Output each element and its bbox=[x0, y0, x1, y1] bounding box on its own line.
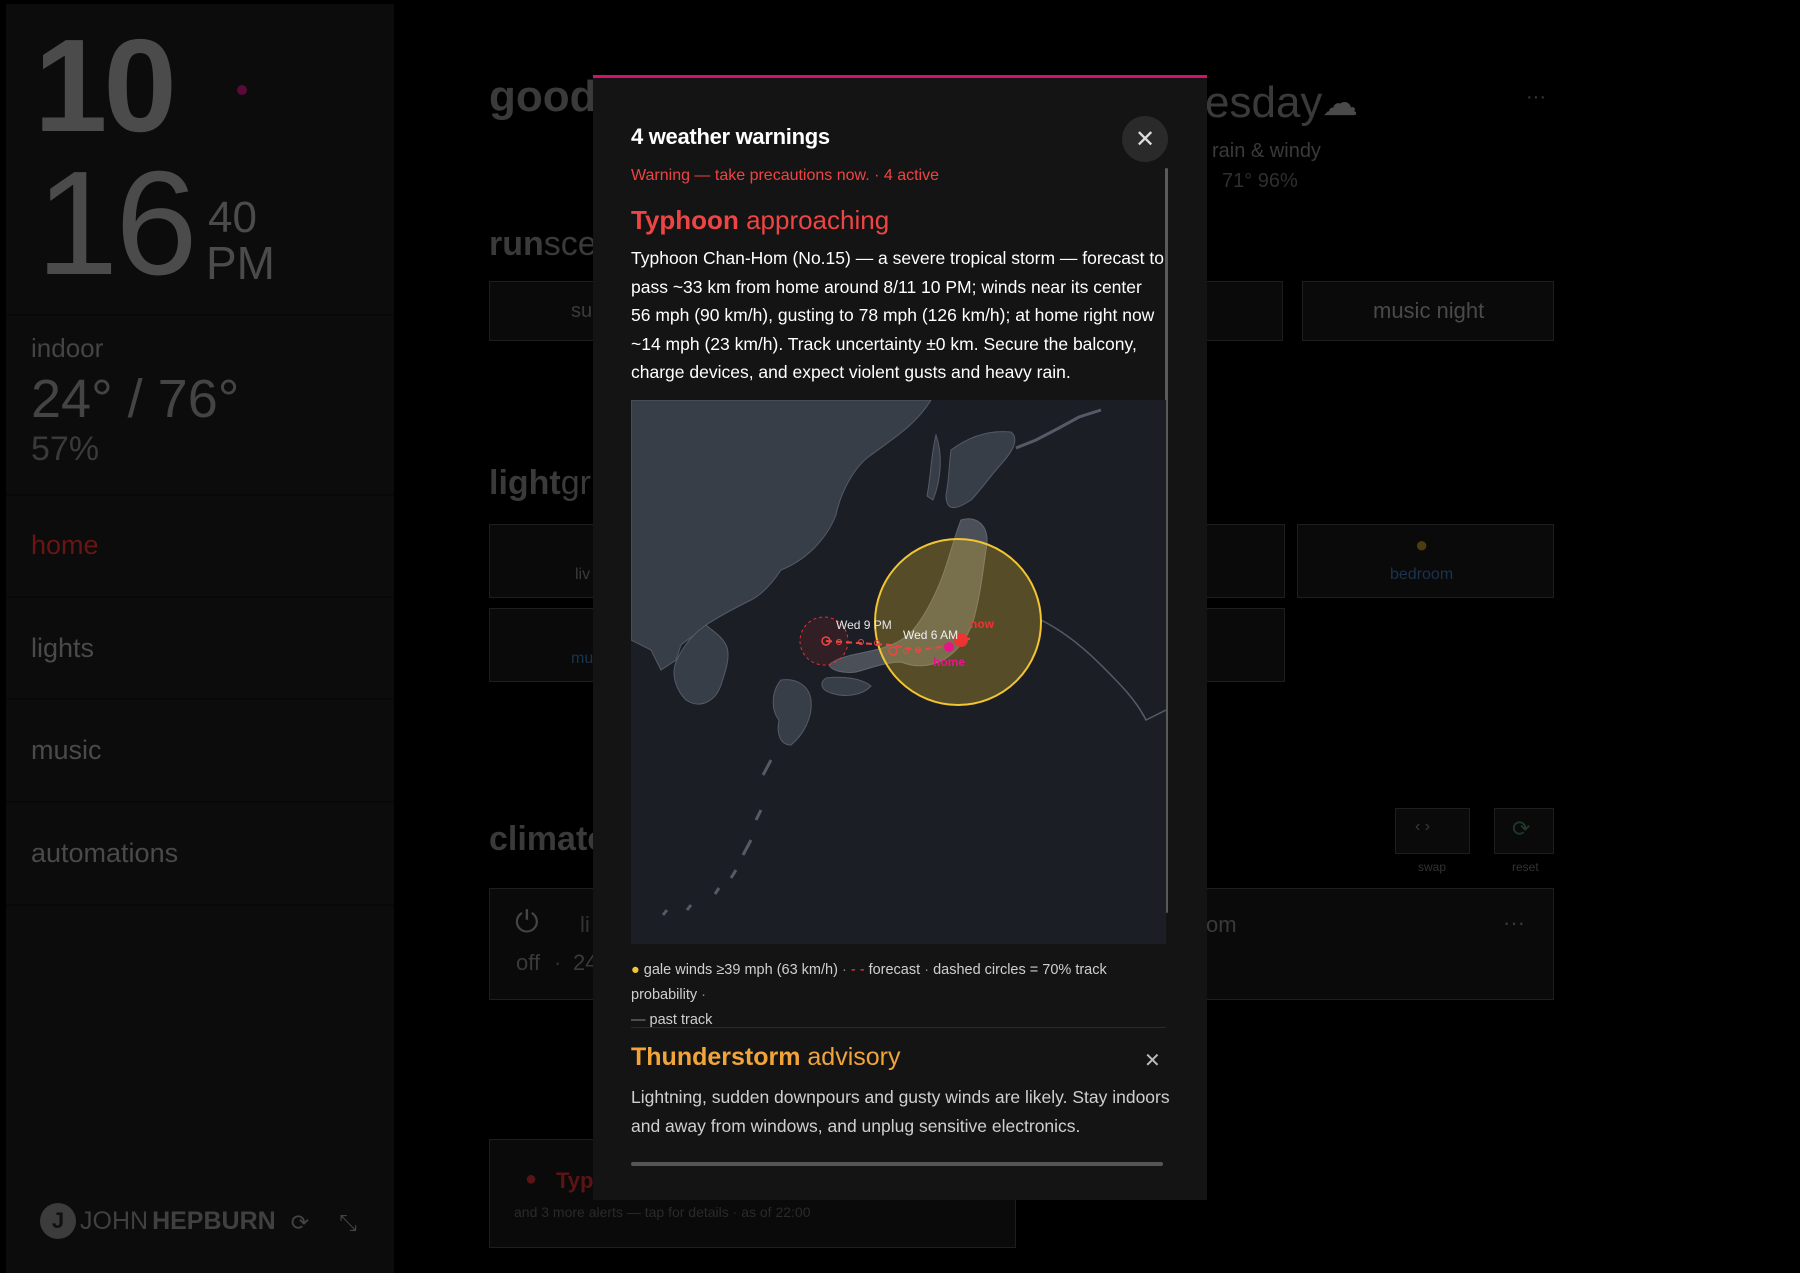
thunderstorm-title-bold: Thunderstorm bbox=[631, 1043, 801, 1071]
legend-separator: · bbox=[841, 962, 847, 978]
typhoon-description: Typhoon Chan-Hom (No.15) — a severe trop… bbox=[631, 248, 1164, 382]
climate-separator: · bbox=[554, 950, 562, 975]
more-icon[interactable]: ··· bbox=[1526, 86, 1546, 109]
label-wed-6am: Wed 6 AM bbox=[903, 628, 958, 642]
brand-name-light: JOHN bbox=[80, 1206, 149, 1235]
power-icon[interactable]: ⏻ bbox=[515, 906, 539, 940]
lights-heading-bold: light bbox=[489, 464, 561, 502]
brand-logo: J JOHN HEPBURN bbox=[40, 1203, 276, 1239]
clock-hour: 10 bbox=[34, 12, 177, 159]
typhoon-title: Typhoon approaching bbox=[631, 205, 889, 236]
cloud-icon: ☁ bbox=[1322, 82, 1358, 123]
divider bbox=[6, 494, 394, 496]
brand-mark-icon: J bbox=[40, 1203, 76, 1239]
gale-wind-circle bbox=[874, 538, 1042, 706]
alert-title: Typ bbox=[556, 1168, 594, 1193]
climate-card[interactable] bbox=[1206, 888, 1554, 1000]
close-button[interactable]: ✕ bbox=[1122, 116, 1168, 162]
dismiss-thunderstorm-button[interactable]: ✕ bbox=[1144, 1048, 1161, 1073]
thunderstorm-title-light: advisory bbox=[807, 1043, 901, 1071]
nav-item-music[interactable]: music bbox=[31, 735, 102, 766]
legend-past: past track bbox=[649, 1012, 713, 1028]
weather-description: rain & windy bbox=[1212, 140, 1321, 162]
climate-state: off bbox=[516, 950, 541, 975]
typhoon-track-map[interactable]: Wed 9 PM Wed 6 AM now home bbox=[630, 399, 1167, 944]
nav-item-automations[interactable]: automations bbox=[31, 838, 178, 869]
lights-heading: lightgr bbox=[489, 464, 591, 503]
scenes-heading-light: sce bbox=[543, 225, 597, 263]
typhoon-title-light: approaching bbox=[746, 205, 890, 235]
typhoon-title-bold: Typhoon bbox=[631, 205, 739, 235]
divider bbox=[6, 596, 394, 598]
light-card[interactable] bbox=[1206, 524, 1285, 598]
climate-card[interactable] bbox=[489, 888, 594, 1000]
divider bbox=[6, 698, 394, 700]
legend-separator: · bbox=[924, 962, 930, 978]
divider bbox=[631, 1027, 1166, 1028]
collapse-icon[interactable]: ⤡ bbox=[336, 1210, 360, 1235]
greeting: good bbox=[489, 72, 597, 121]
swap-button[interactable] bbox=[1395, 808, 1470, 854]
nav-item-lights[interactable]: lights bbox=[31, 633, 94, 664]
warning-subheading: Warning — take precautions now. · 4 acti… bbox=[631, 167, 939, 184]
reset-label: reset bbox=[1512, 860, 1539, 874]
brand-name-bold: HEPBURN bbox=[152, 1206, 276, 1235]
scroll-progress-bar bbox=[631, 1162, 1163, 1166]
map-legend: ● gale winds ≥39 mph (63 km/h) · - - for… bbox=[631, 958, 1166, 1033]
label-now: now bbox=[970, 617, 995, 631]
light-card[interactable] bbox=[1206, 608, 1285, 682]
more-icon[interactable]: ··· bbox=[1503, 910, 1525, 936]
alert-footer: and 3 more alerts — tap for details · as… bbox=[514, 1204, 811, 1220]
swap-label: swap bbox=[1418, 860, 1447, 874]
scenes-heading: runsce bbox=[489, 225, 597, 264]
bulb-icon: ● bbox=[1415, 532, 1429, 557]
divider bbox=[6, 314, 394, 316]
light-card[interactable] bbox=[489, 524, 594, 598]
status-dot bbox=[237, 85, 247, 95]
dialog-title: 4 weather warnings bbox=[631, 124, 830, 149]
label-wed-9pm: Wed 9 PM bbox=[836, 618, 892, 632]
nav-item-home[interactable]: home bbox=[31, 530, 99, 561]
clock-second: 40 bbox=[208, 193, 257, 242]
chevron-left-right-icon: ‹ › bbox=[1415, 818, 1431, 835]
climate-partial-label: li bbox=[580, 912, 590, 937]
scene-card[interactable] bbox=[1206, 281, 1283, 341]
light-card[interactable] bbox=[489, 608, 594, 682]
cyclone-icon: ● bbox=[525, 1168, 538, 1190]
refresh-icon[interactable]: ⟳ bbox=[288, 1210, 312, 1235]
climate-room-label: om bbox=[1206, 912, 1237, 937]
weather-warnings-dialog: 4 weather warnings ✕ Warning — take prec… bbox=[593, 75, 1207, 1200]
close-icon: ✕ bbox=[1144, 1050, 1161, 1072]
close-icon: ✕ bbox=[1134, 125, 1156, 153]
gale-dot-icon: ● bbox=[631, 962, 640, 978]
legend-gale: gale winds ≥39 mph (63 km/h) bbox=[643, 962, 838, 978]
thunderstorm-title: Thunderstorm advisory bbox=[631, 1043, 901, 1072]
light-partial-label: mu bbox=[571, 650, 594, 667]
legend-separator: · bbox=[701, 987, 706, 1003]
home-marker bbox=[944, 642, 954, 652]
divider bbox=[6, 801, 394, 803]
light-partial-label: liv bbox=[575, 566, 591, 583]
legend-forecast: forecast bbox=[868, 962, 921, 978]
scene-partial-label: su bbox=[571, 300, 593, 322]
weather-stats: 71° 96% bbox=[1222, 170, 1298, 192]
label-home: home bbox=[933, 655, 965, 669]
divider bbox=[6, 904, 394, 906]
light-bedroom-label: bedroom bbox=[1390, 566, 1454, 583]
clock-ampm: PM bbox=[206, 237, 275, 289]
scene-music-night-label: music night bbox=[1373, 298, 1485, 323]
indoor-temp: 24° / 76° bbox=[31, 369, 240, 429]
scenes-heading-bold: run bbox=[489, 225, 544, 263]
lights-heading-light: gr bbox=[560, 464, 591, 502]
past-track-line-icon: — bbox=[631, 1012, 646, 1028]
indoor-label: indoor bbox=[31, 333, 104, 363]
climate-heading: climate bbox=[489, 820, 607, 858]
forecast-line-icon: - - bbox=[850, 962, 865, 978]
weather-day: esday bbox=[1205, 78, 1323, 127]
thunderstorm-description: Lightning, sudden downpours and gusty wi… bbox=[631, 1087, 1170, 1136]
indoor-humidity: 57% bbox=[31, 430, 100, 468]
clock-minute: 16 bbox=[36, 141, 198, 306]
reset-icon: ⟳ bbox=[1512, 816, 1531, 841]
